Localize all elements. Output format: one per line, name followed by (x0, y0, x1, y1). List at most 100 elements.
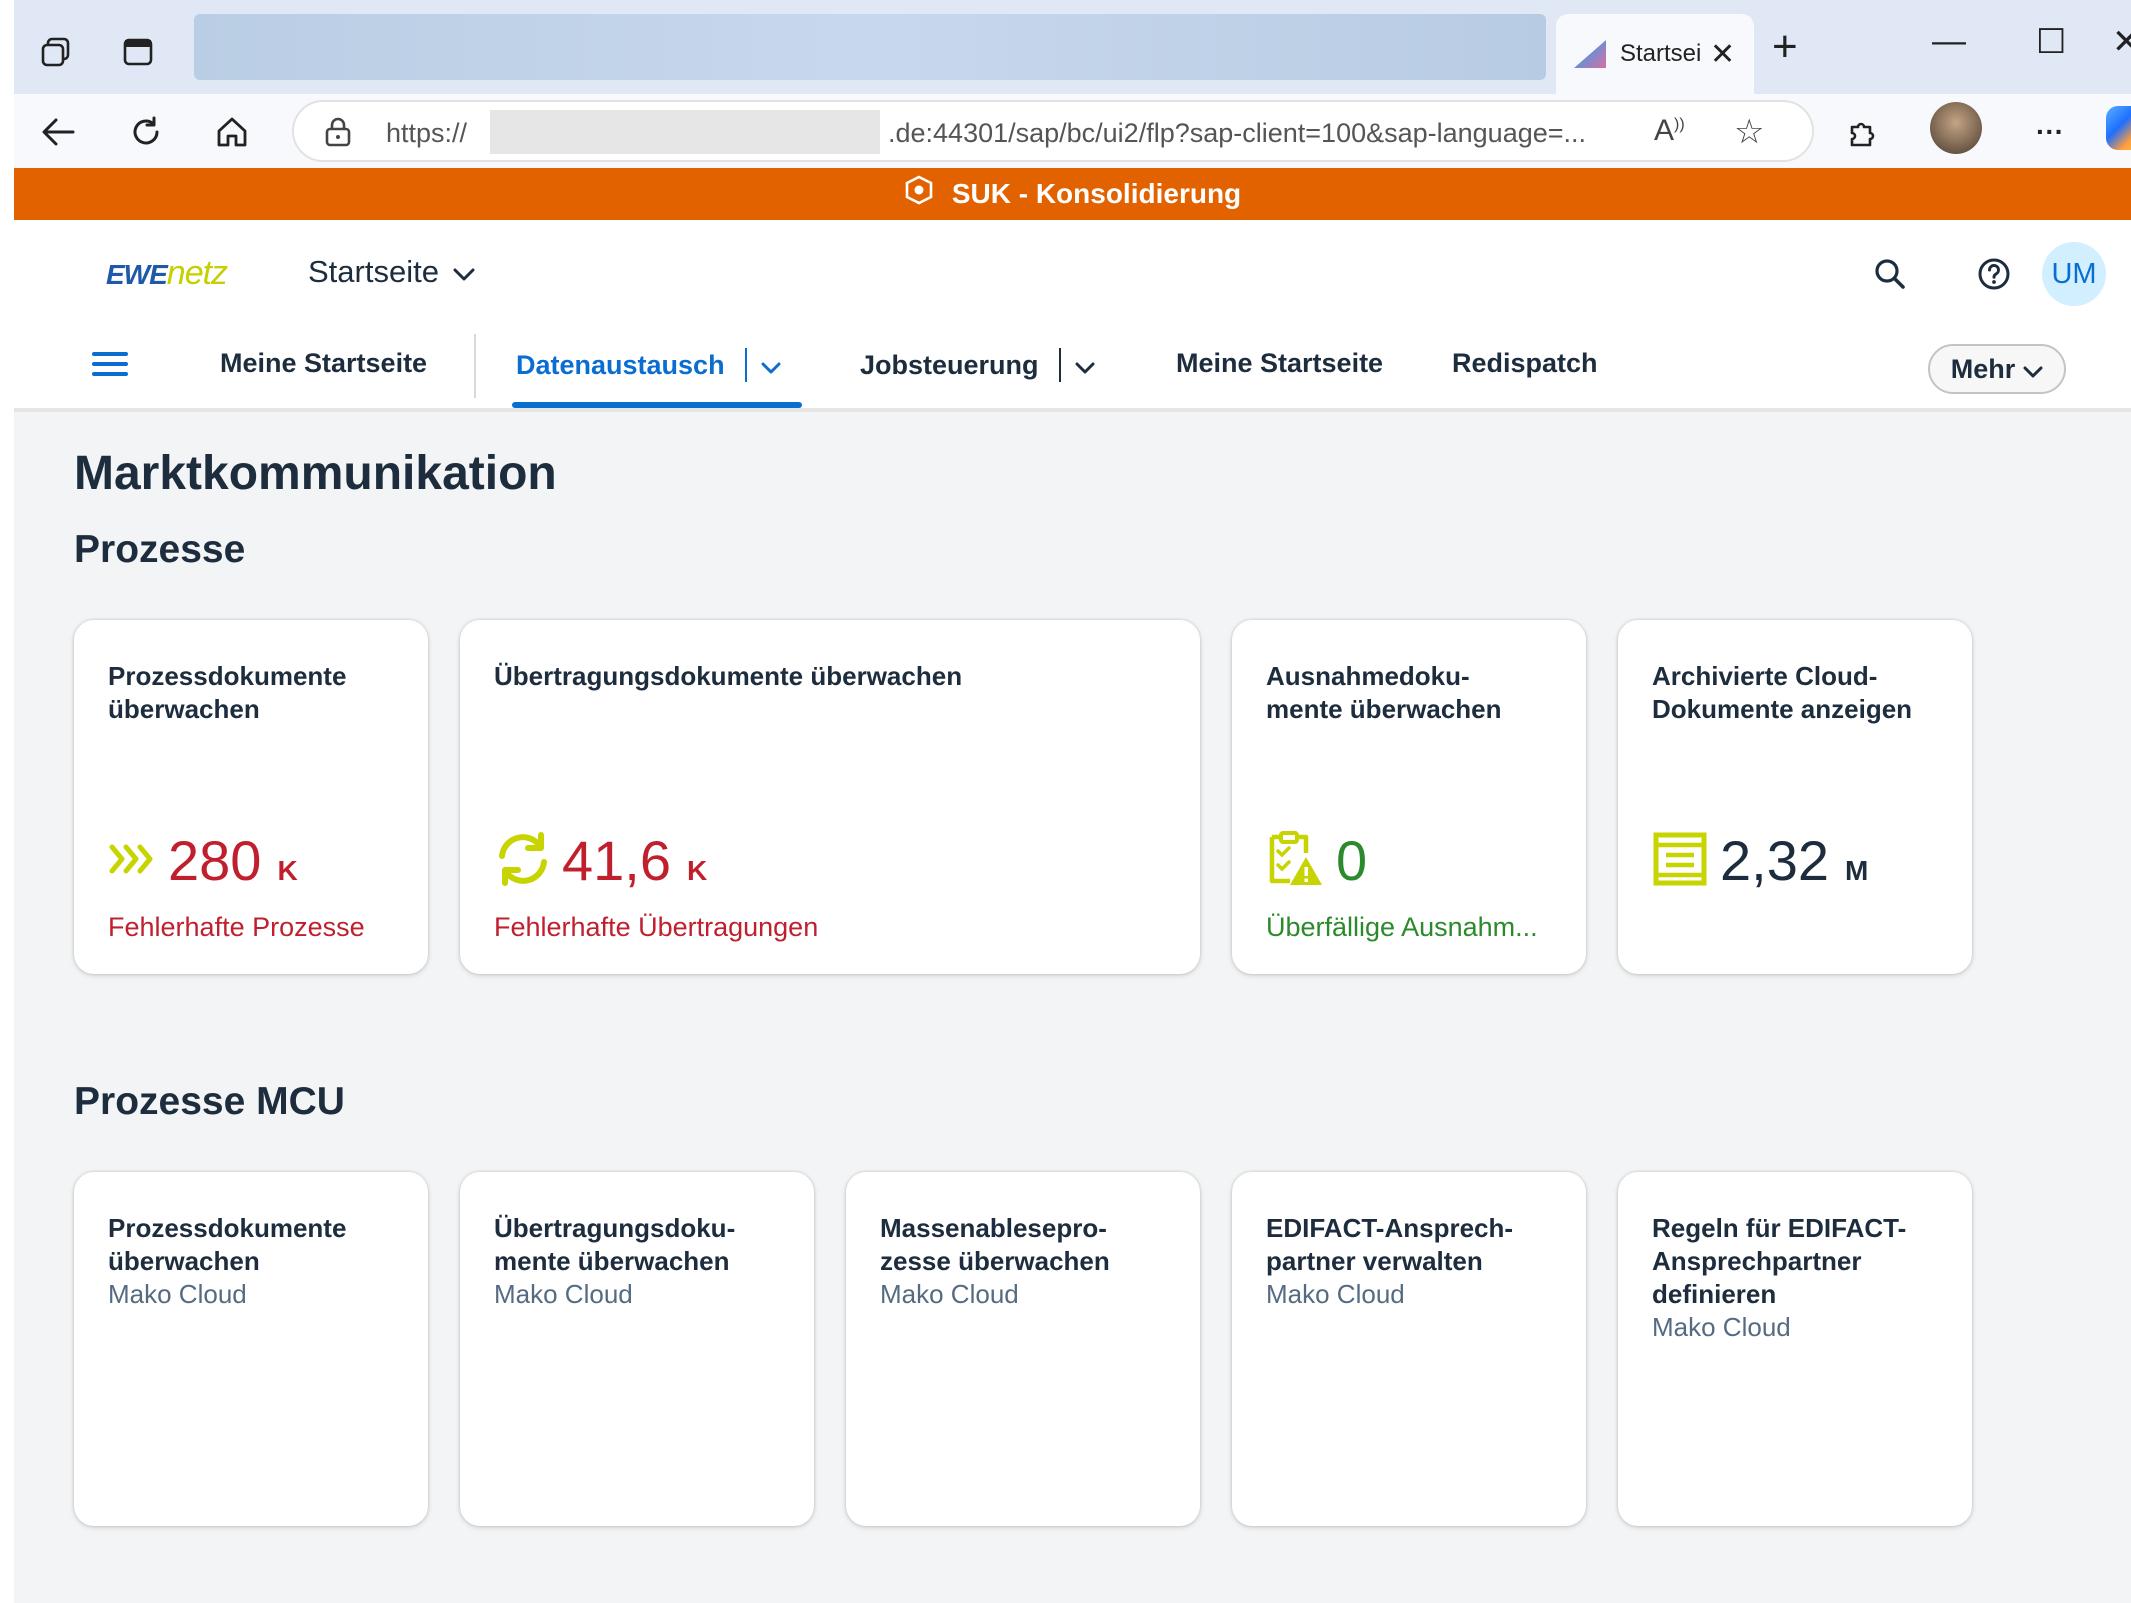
tile-title: Ausnahmedoku- mente überwachen (1266, 661, 1502, 724)
user-avatar[interactable]: UM (2042, 242, 2106, 306)
section-title-prozesse: Prozesse (74, 528, 246, 571)
more-icon[interactable]: ··· (2022, 104, 2078, 160)
refresh-icon[interactable] (118, 104, 174, 160)
space-tab-meine-startseite[interactable]: Meine Startseite (220, 348, 427, 379)
tile-title-text: EDIFACT-Ansprech- partner verwalten (1266, 1213, 1514, 1276)
tile-subtitle: Mako Cloud (1266, 1279, 1405, 1309)
tile-ausnahmedokumente[interactable]: Ausnahmedoku- mente überwachen 0 Überfäl… (1232, 620, 1586, 974)
tile-mcu-massenableseprozesse[interactable]: Massenablesepro- zesse überwachen Mako C… (846, 1172, 1200, 1526)
chevron-down-icon[interactable] (1075, 350, 1095, 381)
section-title-prozesse-mcu: Prozesse MCU (74, 1080, 345, 1123)
favorite-star-icon[interactable]: ☆ (1734, 112, 1764, 152)
space-tab-label: Redispatch (1452, 348, 1598, 378)
system-title: SUK - Konsolidierung (951, 178, 1242, 209)
tile-mcu-edifact-ansprechpartner[interactable]: EDIFACT-Ansprech- partner verwalten Mako… (1232, 1172, 1586, 1526)
tab-actions-icon[interactable] (110, 24, 166, 80)
read-aloud-label: A (1654, 114, 1675, 147)
kpi-value: 41,6 (562, 829, 671, 892)
menu-icon[interactable] (88, 346, 132, 390)
tile-uebertragungsdokumente[interactable]: Übertragungsdokumente überwachen 41,6 K … (460, 620, 1200, 974)
split-divider (744, 348, 747, 382)
workspaces-icon[interactable] (28, 24, 84, 80)
tile-title: Archivierte Cloud- Dokumente anzeigen (1652, 661, 1913, 724)
lock-icon[interactable] (324, 116, 352, 153)
tile-title: Regeln für EDIFACT- Ansprechpartner defi… (1652, 1212, 1948, 1343)
space-tab-jobsteuerung[interactable]: Jobsteuerung (860, 348, 1095, 382)
browser-titlebar: Startseite ✕ + — ☐ ✕ (14, 0, 2131, 94)
tile-mcu-uebertragungsdokumente[interactable]: Übertragungsdoku- mente überwachen Mako … (460, 1172, 814, 1526)
home-menu-button[interactable]: Startseite (308, 254, 475, 290)
back-icon[interactable] (30, 104, 86, 160)
forward-arrows-icon (108, 841, 160, 882)
space-tab-label: Meine Startseite (1176, 348, 1384, 378)
more-label: Mehr (1950, 353, 2016, 384)
tab-favicon-icon (1574, 40, 1606, 68)
system-bar: SUK - Konsolidierung (14, 168, 2131, 220)
more-spaces-button[interactable]: Mehr (1928, 344, 2066, 394)
tile-kpi: 0 (1266, 826, 1383, 896)
home-menu-label: Startseite (308, 254, 439, 289)
kpi-value: 2,32 (1720, 829, 1829, 892)
tile-title: Übertragungsdokumente überwachen (494, 661, 963, 691)
kpi-value: 0 (1336, 829, 1368, 892)
space-separator (474, 334, 476, 398)
tile-archivierte-cloud-dokumente[interactable]: Archivierte Cloud- Dokumente anzeigen 2,… (1618, 620, 1972, 974)
close-icon[interactable]: ✕ (2112, 22, 2131, 62)
tile-subtitle: Mako Cloud (1652, 1312, 1791, 1342)
kpi-footer: Fehlerhafte Prozesse (108, 912, 365, 942)
kpi-footer: Fehlerhafte Übertragungen (494, 912, 819, 942)
tab-close-icon[interactable]: ✕ (1710, 37, 1735, 72)
minimize-icon[interactable]: — (1932, 22, 1966, 61)
tile-title-text: Regeln für EDIFACT- Ansprechpartner defi… (1652, 1213, 1907, 1309)
copilot-icon[interactable] (2106, 106, 2131, 150)
chevron-down-icon (453, 254, 475, 290)
tile-title: Massenablesepro- zesse überwachen Mako C… (880, 1212, 1176, 1310)
maximize-icon[interactable]: ☐ (2036, 22, 2066, 62)
tile-title: EDIFACT-Ansprech- partner verwalten Mako… (1266, 1212, 1562, 1310)
space-tab-meine-startseite-2[interactable]: Meine Startseite (1176, 348, 1383, 379)
tile-title-text: Massenablesepro- zesse überwachen (880, 1213, 1110, 1276)
profile-avatar-icon[interactable] (1930, 102, 1982, 154)
tile-prozessdokumente[interactable]: Prozessdokumente überwachen 280 K Fehler… (74, 620, 428, 974)
tile-subtitle: Mako Cloud (108, 1279, 247, 1309)
shell-bar: EWEnetz Startseite UM (14, 220, 2131, 326)
kpi-unit: K (277, 855, 298, 886)
new-tab-button[interactable]: + (1772, 22, 1798, 72)
chevron-down-icon[interactable] (761, 350, 781, 381)
tile-mcu-prozessdokumente[interactable]: Prozessdokumente überwachen Mako Cloud (74, 1172, 428, 1526)
space-tab-redispatch[interactable]: Redispatch (1452, 348, 1598, 379)
split-divider (1058, 348, 1061, 382)
space-tab-label: Datenaustausch (516, 349, 725, 380)
read-aloud-icon[interactable]: A)) (1654, 114, 1685, 148)
kpi-unit: M (1845, 855, 1869, 886)
tile-mcu-edifact-regeln[interactable]: Regeln für EDIFACT- Ansprechpartner defi… (1618, 1172, 1972, 1526)
tab-startseite[interactable]: Startseite ✕ (1556, 14, 1754, 94)
space-tab-datenaustausch[interactable]: Datenaustausch (516, 348, 781, 382)
browser-toolbar: https:// .de:44301/sap/bc/ui2/flp?sap-cl… (14, 94, 2131, 168)
logo-ewe-text: EWE (106, 259, 168, 290)
company-logo[interactable]: EWEnetz (106, 254, 228, 293)
tile-kpi: 280 K (108, 826, 298, 896)
address-bar[interactable]: https:// .de:44301/sap/bc/ui2/flp?sap-cl… (292, 100, 1814, 162)
url-text: .de:44301/sap/bc/ui2/flp?sap-client=100&… (888, 118, 1587, 148)
tab-strip-blurred (194, 14, 1546, 80)
tile-title: Übertragungsdoku- mente überwachen Mako … (494, 1212, 790, 1310)
tab-title: Startseite (1620, 40, 1700, 67)
selected-tab-indicator (512, 402, 802, 408)
home-icon[interactable] (204, 104, 260, 160)
space-navigation: Meine Startseite Datenaustausch Jobsteue… (14, 326, 2131, 412)
search-icon[interactable] (1862, 246, 1918, 302)
logo-netz-text: netz (166, 254, 228, 292)
url-prefix: https:// (386, 118, 468, 148)
page-content: Marktkommunikation Prozesse Prozessdokum… (14, 412, 2131, 1603)
tile-title-text: Prozessdokumente überwachen (108, 1213, 347, 1276)
extensions-icon[interactable] (1834, 104, 1890, 160)
url-host-blurred (490, 110, 880, 154)
tile-kpi: 2,32 M (1652, 826, 1868, 896)
cube-gear-icon (904, 175, 934, 213)
tile-subtitle: Mako Cloud (880, 1279, 1019, 1309)
tile-title: Prozessdokumente überwachen Mako Cloud (108, 1212, 404, 1310)
space-tab-label: Jobsteuerung (860, 349, 1039, 380)
help-icon[interactable] (1966, 246, 2022, 302)
tile-kpi: 41,6 K (494, 826, 707, 896)
